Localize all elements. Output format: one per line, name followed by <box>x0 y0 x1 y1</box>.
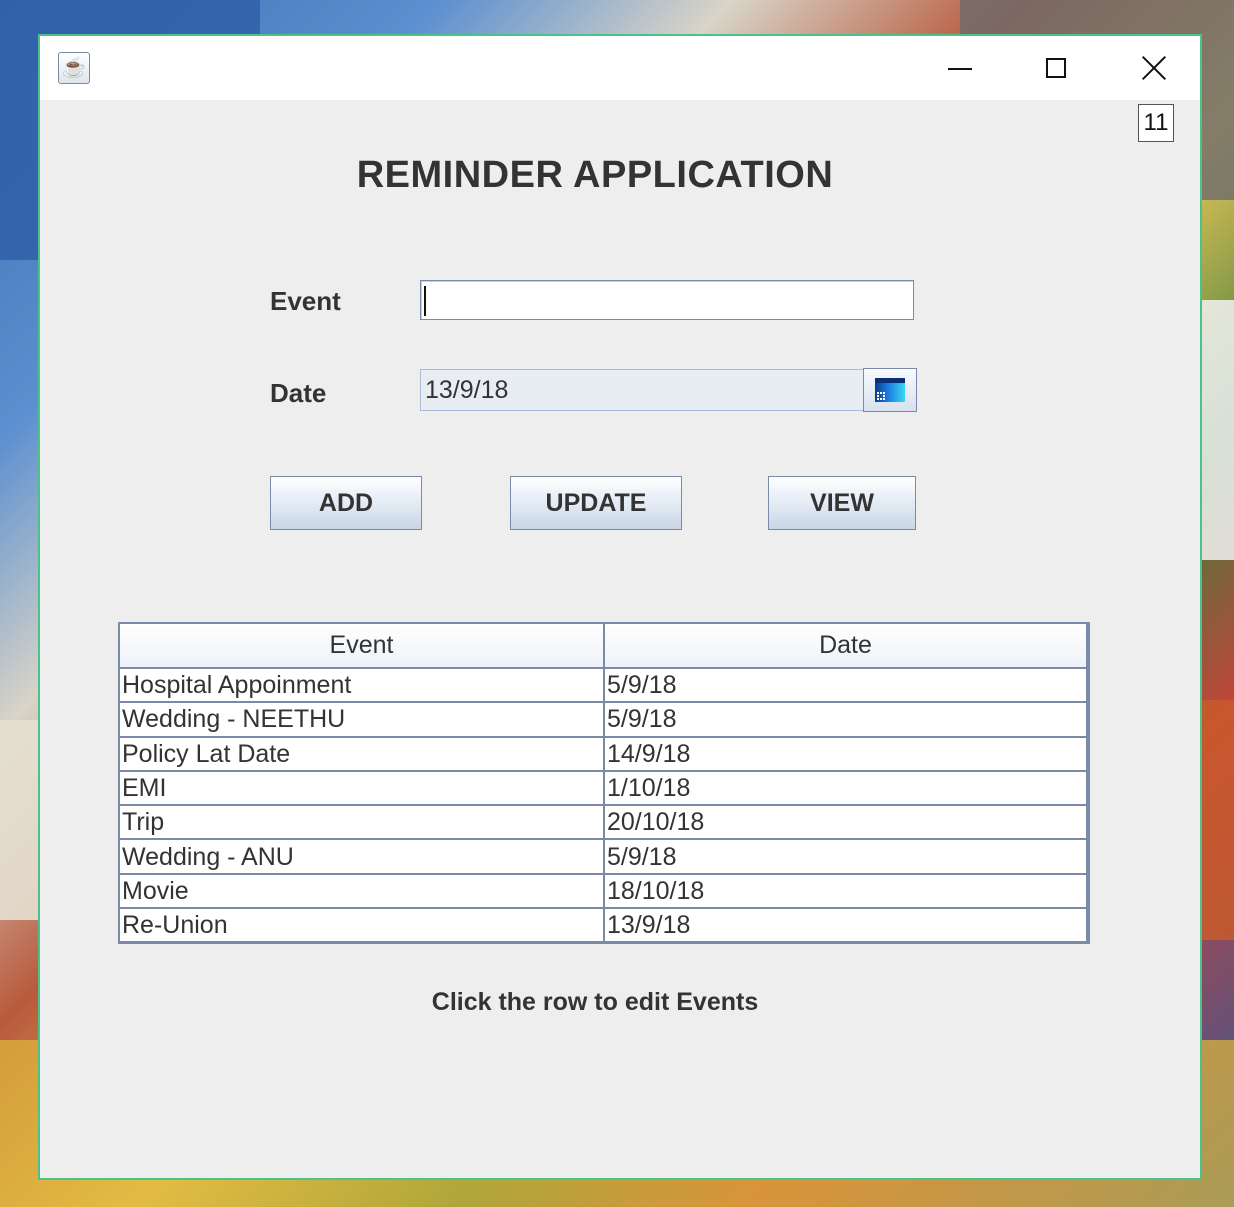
table-row[interactable]: Wedding - ANU 5/9/18 <box>120 839 1088 875</box>
close-icon <box>1141 55 1167 81</box>
cell-event[interactable]: Trip <box>120 805 605 841</box>
table-row[interactable]: Hospital Appoinment 5/9/18 <box>120 668 1088 704</box>
cell-date[interactable]: 5/9/18 <box>604 668 1088 704</box>
table-row[interactable]: Policy Lat Date 14/9/18 <box>120 736 1088 772</box>
events-table[interactable]: Event Date Hospital Appoinment 5/9/18 We… <box>118 622 1090 944</box>
cell-event[interactable]: Movie <box>120 873 605 910</box>
cell-date[interactable]: 20/10/18 <box>604 805 1088 841</box>
column-header-date[interactable]: Date <box>604 624 1088 669</box>
cell-date[interactable]: 18/10/18 <box>604 873 1088 910</box>
page-title: REMINDER APPLICATION <box>356 154 834 196</box>
cell-date[interactable]: 14/9/18 <box>604 736 1088 772</box>
add-button[interactable]: ADD <box>270 476 422 530</box>
table-row[interactable]: Movie 18/10/18 <box>120 873 1088 910</box>
table-row[interactable]: Wedding - NEETHU 5/9/18 <box>120 702 1088 738</box>
table-row[interactable]: Trip 20/10/18 <box>120 805 1088 841</box>
table-row[interactable]: EMI 1/10/18 <box>120 770 1088 807</box>
event-input[interactable] <box>420 280 914 320</box>
cell-date[interactable]: 13/9/18 <box>604 908 1088 944</box>
maximize-button[interactable] <box>1008 36 1104 100</box>
edit-hint: Click the row to edit Events <box>431 988 759 1016</box>
title-bar[interactable]: ☕ <box>40 36 1200 100</box>
cell-event[interactable]: Hospital Appoinment <box>120 668 605 704</box>
table-header-row: Event Date <box>120 624 1088 669</box>
minimize-icon <box>948 68 972 70</box>
date-label: Date <box>270 378 327 408</box>
java-app-icon[interactable]: ☕ <box>58 52 90 84</box>
update-button[interactable]: UPDATE <box>510 476 682 530</box>
date-picker-button[interactable] <box>863 368 917 412</box>
text-caret <box>424 286 426 316</box>
cell-event[interactable]: EMI <box>120 770 605 807</box>
view-button[interactable]: VIEW <box>768 476 916 530</box>
calendar-icon <box>875 378 905 402</box>
cell-event[interactable]: Policy Lat Date <box>120 736 605 772</box>
cell-event[interactable]: Wedding - NEETHU <box>120 702 605 738</box>
reminder-window: ☕ 11 REMINDER APPLICATION Event Date 13/… <box>38 34 1202 1180</box>
maximize-icon <box>1046 58 1066 78</box>
table-row[interactable]: Re-Union 13/9/18 <box>120 908 1088 944</box>
date-field[interactable]: 13/9/18 <box>420 369 864 411</box>
cell-date[interactable]: 1/10/18 <box>604 770 1088 807</box>
column-header-event[interactable]: Event <box>120 624 605 669</box>
cell-date[interactable]: 5/9/18 <box>604 839 1088 875</box>
event-label: Event <box>270 286 341 316</box>
cell-date[interactable]: 5/9/18 <box>604 702 1088 738</box>
minimize-button[interactable] <box>912 36 1008 100</box>
counter-box: 11 <box>1138 104 1174 142</box>
cell-event[interactable]: Wedding - ANU <box>120 839 605 875</box>
close-button[interactable] <box>1106 36 1202 100</box>
cell-event[interactable]: Re-Union <box>120 908 605 944</box>
